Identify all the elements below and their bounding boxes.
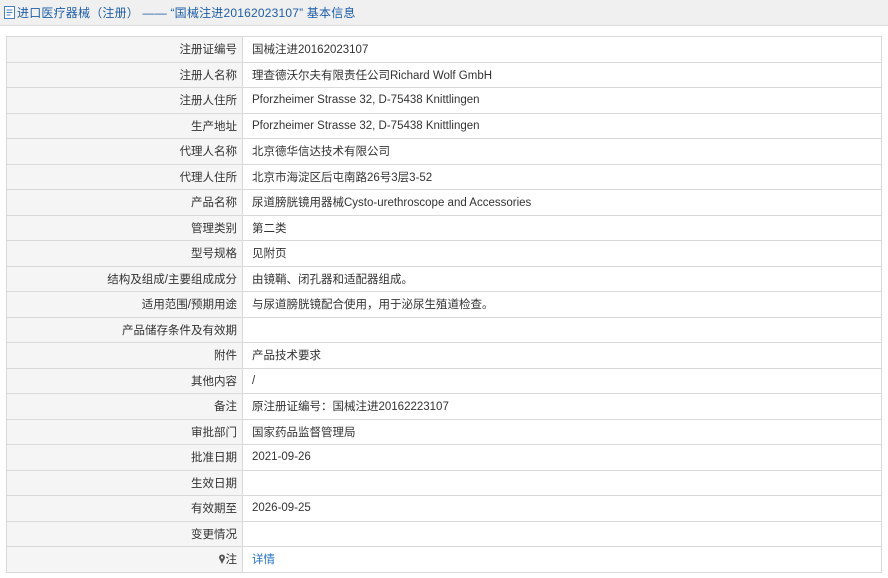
note-label: 注 — [225, 554, 238, 567]
row-value: Pforzheimer Strasse 32, D-75438 Knittlin… — [242, 112, 882, 139]
row-value: 2021-09-26 — [242, 444, 882, 471]
row-label: 管理类别 — [6, 214, 243, 241]
table-row: 注册人名称 理查德沃尔夫有限责任公司Richard Wolf GmbH — [6, 61, 882, 88]
row-label: 注册证编号 — [6, 36, 243, 63]
row-label: 变更情况 — [6, 520, 243, 547]
row-label: 注册人住所 — [6, 87, 243, 114]
row-value — [242, 316, 882, 343]
row-label: 代理人住所 — [6, 163, 243, 190]
row-label: 产品储存条件及有效期 — [6, 316, 243, 343]
row-label: 注册人名称 — [6, 61, 243, 88]
note-value-cell: 详情 — [242, 546, 882, 573]
row-value: 与尿道膀胱镜配合使用，用于泌尿生殖道检查。 — [242, 291, 882, 318]
note-row: 注 详情 — [6, 546, 882, 573]
row-value: 理查德沃尔夫有限责任公司Richard Wolf GmbH — [242, 61, 882, 88]
row-value: 见附页 — [242, 240, 882, 267]
detail-link[interactable]: 详情 — [252, 554, 275, 566]
row-value: 原注册证编号：国械注进20162223107 — [242, 393, 882, 420]
row-label: 代理人名称 — [6, 138, 243, 165]
row-value: / — [242, 367, 882, 394]
table-row: 附件 产品技术要求 — [6, 342, 882, 369]
table-row: 批准日期 2021-09-26 — [6, 444, 882, 471]
row-label: 型号规格 — [6, 240, 243, 267]
row-value: 国家药品监督管理局 — [242, 418, 882, 445]
row-label: 生效日期 — [6, 469, 243, 496]
table-row: 代理人住所 北京市海淀区后屯南路26号3层3-52 — [6, 163, 882, 190]
page-header: 进口医疗器械（注册） —— “国械注进20162023107” 基本信息 — [0, 0, 888, 26]
table-row: 生产地址 Pforzheimer Strasse 32, D-75438 Knit… — [6, 112, 882, 139]
table-row: 有效期至 2026-09-25 — [6, 495, 882, 522]
row-label: 产品名称 — [6, 189, 243, 216]
row-value: 2026-09-25 — [242, 495, 882, 522]
row-value: 北京德华信达技术有限公司 — [242, 138, 882, 165]
table-row: 产品储存条件及有效期 — [6, 316, 882, 343]
table-row: 审批部门 国家药品监督管理局 — [6, 418, 882, 445]
info-table: 注册证编号 国械注进20162023107 注册人名称 理查德沃尔夫有限责任公司Ric… — [6, 36, 882, 573]
row-value — [242, 469, 882, 496]
row-value: 尿道膀胱镜用器械Cysto-urethroscope and Accessori… — [242, 189, 882, 216]
table-row: 型号规格 见附页 — [6, 240, 882, 267]
row-value — [242, 520, 882, 547]
row-value: 国械注进20162023107 — [242, 36, 882, 63]
table-row: 备注 原注册证编号：国械注进20162223107 — [6, 393, 882, 420]
table-row: 注册证编号 国械注进20162023107 — [6, 36, 882, 63]
row-label: 生产地址 — [6, 112, 243, 139]
info-table-body: 注册证编号 国械注进20162023107 注册人名称 理查德沃尔夫有限责任公司Ric… — [6, 36, 882, 573]
table-row: 其他内容 / — [6, 367, 882, 394]
table-row: 产品名称 尿道膀胱镜用器械Cysto-urethroscope and Acces… — [6, 189, 882, 216]
table-row: 管理类别 第二类 — [6, 214, 882, 241]
row-label: 有效期至 — [6, 495, 243, 522]
row-value: 北京市海淀区后屯南路26号3层3-52 — [242, 163, 882, 190]
document-icon — [4, 6, 15, 19]
row-label: 其他内容 — [6, 367, 243, 394]
table-row: 生效日期 — [6, 469, 882, 496]
page-title: 进口医疗器械（注册） —— “国械注进20162023107” 基本信息 — [17, 6, 356, 20]
row-label: 适用范围/预期用途 — [6, 291, 243, 318]
table-row: 适用范围/预期用途 与尿道膀胱镜配合使用，用于泌尿生殖道检查。 — [6, 291, 882, 318]
row-label: 结构及组成/主要组成成分 — [6, 265, 243, 292]
row-value: 产品技术要求 — [242, 342, 882, 369]
row-label: 批准日期 — [6, 444, 243, 471]
note-label-cell: 注 — [6, 546, 243, 573]
row-value: 第二类 — [242, 214, 882, 241]
table-row: 变更情况 — [6, 520, 882, 547]
row-value: Pforzheimer Strasse 32, D-75438 Knittlin… — [242, 87, 882, 114]
table-row: 注册人住所 Pforzheimer Strasse 32, D-75438 Kni… — [6, 87, 882, 114]
table-row: 结构及组成/主要组成成分 由镜鞘、闭孔器和适配器组成。 — [6, 265, 882, 292]
row-label: 附件 — [6, 342, 243, 369]
row-label: 审批部门 — [6, 418, 243, 445]
row-value: 由镜鞘、闭孔器和适配器组成。 — [242, 265, 882, 292]
pin-icon — [218, 554, 225, 565]
table-row: 代理人名称 北京德华信达技术有限公司 — [6, 138, 882, 165]
row-label: 备注 — [6, 393, 243, 420]
